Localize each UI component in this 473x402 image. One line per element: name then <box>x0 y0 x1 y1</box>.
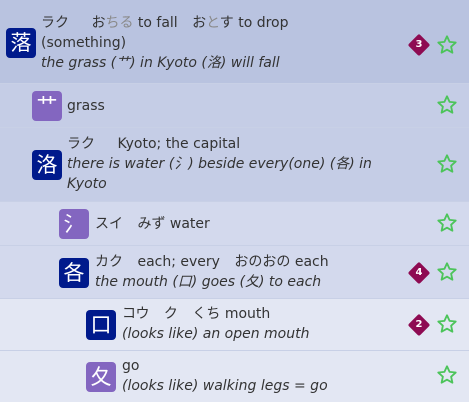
meaning: grass <box>67 98 105 114</box>
kun-reading: おちる <box>91 15 134 31</box>
kanji-box[interactable]: 氵 <box>59 209 89 239</box>
count-badge: 4 <box>407 261 431 285</box>
kanji-info: スイ みず water <box>95 214 210 234</box>
on-reading: ク <box>163 306 178 322</box>
mnemonic: Kyoto <box>67 176 107 192</box>
kun-reading: おのおの <box>234 254 291 270</box>
kanji-row-water[interactable]: 氵 スイ みず water <box>0 202 469 246</box>
mnemonic: the grass (艹) in Kyoto (洛) will fall <box>41 55 280 71</box>
kanji-info: go (looks like) walking legs = go <box>122 356 328 396</box>
kanji-info: コウ ク くち mouth (looks like) an open mouth <box>122 304 309 344</box>
kun-reading: おとす <box>192 15 234 31</box>
kanji-info: ラク Kyoto; the capital there is water (氵)… <box>67 134 372 194</box>
meaning: to fall <box>137 15 178 31</box>
kanji-box[interactable]: 艹 <box>32 91 62 121</box>
kanji-row-go[interactable]: 夂 go (looks like) walking legs = go <box>0 351 469 402</box>
star-icon[interactable] <box>436 94 458 116</box>
meaning: each <box>294 254 329 270</box>
kun-reading: みず <box>137 216 166 232</box>
count-badge: 3 <box>407 33 431 57</box>
kanji-box[interactable]: 口 <box>86 310 116 340</box>
star-icon[interactable] <box>436 261 458 283</box>
kanji-box[interactable]: 落 <box>6 28 36 58</box>
kanji-breakdown-tree: 落 ラク おちる to fall おとす to drop (something)… <box>0 0 473 402</box>
kanji-row-grass[interactable]: 艹 grass <box>0 84 469 128</box>
meaning: to drop <box>238 15 289 31</box>
kanji-box[interactable]: 夂 <box>86 362 116 392</box>
kanji-row-kyoto[interactable]: 洛 ラク Kyoto; the capital there is water (… <box>0 128 469 202</box>
kanji-info: ラク おちる to fall おとす to drop (something) t… <box>41 13 289 73</box>
kanji-row-each[interactable]: 各 カク each; every おのおの each the mouth (口)… <box>0 246 469 299</box>
star-icon[interactable] <box>436 34 458 56</box>
kanji-info: カク each; every おのおの each the mouth (口) g… <box>95 252 329 292</box>
mnemonic: there is water (氵) beside every(one) (各)… <box>67 156 372 172</box>
meaning: mouth <box>224 306 271 322</box>
on-reading: コウ <box>122 306 150 322</box>
mnemonic: (looks like) walking legs = go <box>122 378 328 394</box>
kanji-row-fall[interactable]: 落 ラク おちる to fall おとす to drop (something)… <box>0 0 469 84</box>
on-reading: ラク <box>41 15 69 31</box>
on-reading: スイ <box>95 216 123 232</box>
meaning: (something) <box>41 35 127 51</box>
kanji-box[interactable]: 各 <box>59 258 89 288</box>
on-reading: カク <box>95 254 123 270</box>
mnemonic: (looks like) an open mouth <box>122 326 310 342</box>
meaning: each; every <box>137 254 220 270</box>
mnemonic: the mouth (口) goes (夂) to each <box>95 274 322 290</box>
kanji-box[interactable]: 洛 <box>32 150 62 180</box>
meaning: go <box>122 358 140 374</box>
star-icon[interactable] <box>436 153 458 175</box>
star-icon[interactable] <box>436 212 458 234</box>
star-icon[interactable] <box>436 313 458 335</box>
count-badge: 2 <box>407 313 431 337</box>
star-icon[interactable] <box>436 364 458 386</box>
meaning: water <box>169 216 210 232</box>
on-reading: ラク <box>67 136 95 152</box>
kun-reading: くち <box>192 306 221 322</box>
kanji-info: grass <box>67 96 105 116</box>
kanji-row-mouth[interactable]: 口 コウ ク くち mouth (looks like) an open mou… <box>0 299 469 351</box>
meaning: Kyoto; the capital <box>117 136 241 152</box>
